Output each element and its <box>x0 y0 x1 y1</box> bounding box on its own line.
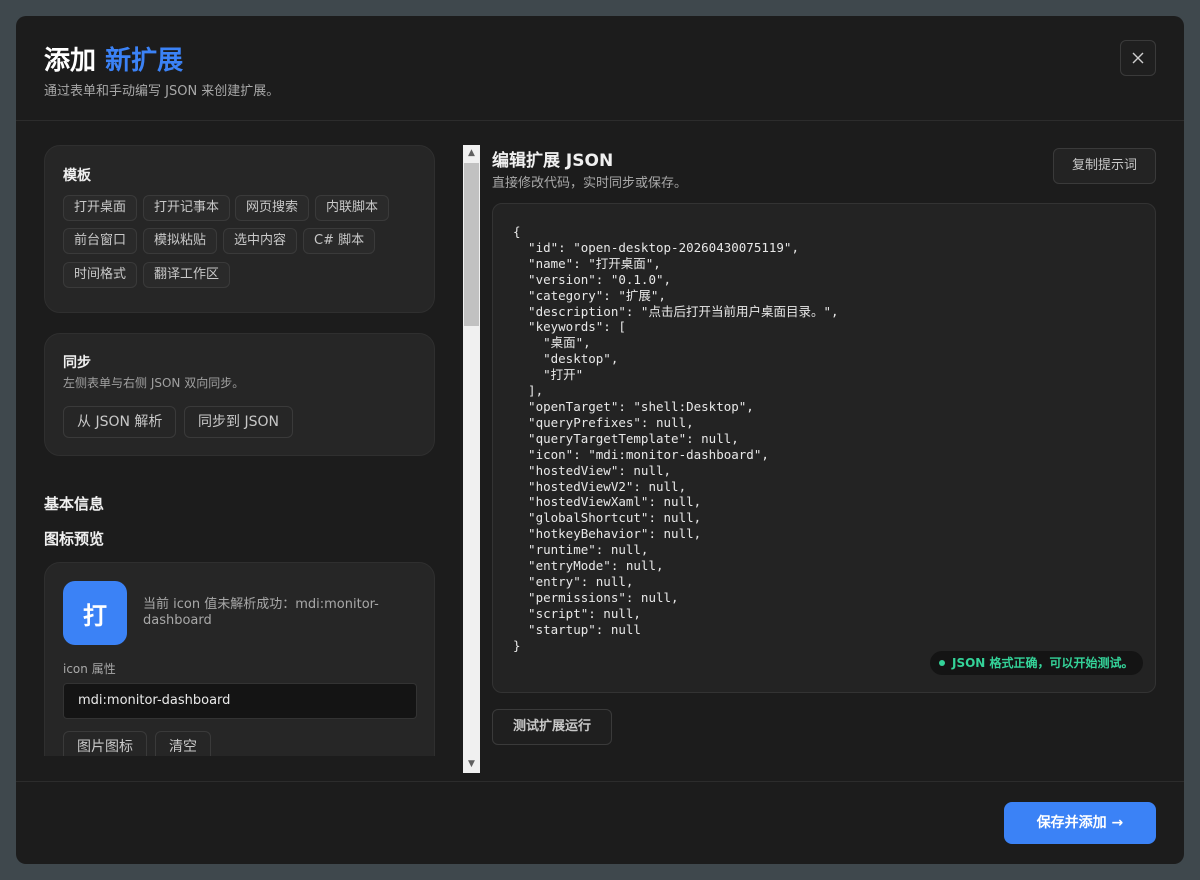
dialog-header: 添加 新扩展 通过表单和手动编写 JSON 来创建扩展。 <box>16 16 1184 121</box>
close-button[interactable] <box>1120 40 1156 76</box>
parse-from-json-button[interactable]: 从 JSON 解析 <box>63 406 177 438</box>
json-code[interactable]: { "id": "open-desktop-20260430075119", "… <box>513 224 839 653</box>
scroll-down-icon[interactable]: ▼ <box>463 756 480 773</box>
template-chip[interactable]: 选中内容 <box>223 228 298 254</box>
sync-card: 同步 左侧表单与右侧 JSON 双向同步。 从 JSON 解析 同步到 JSON <box>44 333 435 456</box>
scroll-up-icon[interactable]: ▲ <box>463 145 480 162</box>
add-extension-dialog: 添加 新扩展 通过表单和手动编写 JSON 来创建扩展。 模板 打开桌面 打开记… <box>16 16 1184 864</box>
icon-input[interactable]: mdi:monitor-dashboard <box>63 683 417 719</box>
title-accent: 新扩展 <box>105 46 184 76</box>
json-editor[interactable]: { "id": "open-desktop-20260430075119", "… <box>492 203 1156 693</box>
basic-info-heading: 基本信息 <box>44 495 105 513</box>
status-dot-icon <box>939 660 945 666</box>
form-panel[interactable]: 模板 打开桌面 打开记事本 网页搜索 内联脚本 前台窗口 模拟粘贴 选中内容 C… <box>16 122 464 756</box>
dialog-title: 添加 新扩展 <box>44 40 183 77</box>
templates-title: 模板 <box>63 168 91 184</box>
templates-card: 模板 打开桌面 打开记事本 网页搜索 内联脚本 前台窗口 模拟粘贴 选中内容 C… <box>44 145 435 313</box>
dialog-subtitle: 通过表单和手动编写 JSON 来创建扩展。 <box>44 84 280 99</box>
json-status-badge: JSON 格式正确，可以开始测试。 <box>930 651 1143 675</box>
editor-title: 编辑扩展 JSON <box>492 151 614 171</box>
editor-subtitle: 直接修改代码，实时同步或保存。 <box>492 176 688 191</box>
clear-button[interactable]: 清空 <box>155 731 211 756</box>
template-chip[interactable]: 模拟粘贴 <box>143 228 218 254</box>
template-chip[interactable]: 网页搜索 <box>235 195 310 221</box>
save-and-add-button[interactable]: 保存并添加 → <box>1004 802 1156 844</box>
sync-to-json-button[interactable]: 同步到 JSON <box>184 406 293 438</box>
template-chip[interactable]: 翻译工作区 <box>143 262 231 288</box>
template-chip[interactable]: 打开记事本 <box>143 195 231 221</box>
icon-status-text: 当前 icon 值未解析成功：mdi:monitor-dashboard <box>143 597 379 628</box>
icon-preview-heading: 图标预览 <box>44 530 105 548</box>
sync-title: 同步 <box>63 355 91 371</box>
icon-field-label: icon 属性 <box>63 662 116 676</box>
template-chip[interactable]: 时间格式 <box>63 262 138 288</box>
test-extension-button[interactable]: 测试扩展运行 <box>492 709 612 745</box>
scrollbar-thumb[interactable] <box>464 163 479 326</box>
close-icon <box>1132 52 1144 64</box>
image-icon-button[interactable]: 图片图标 <box>63 731 147 756</box>
template-chip[interactable]: 内联脚本 <box>315 195 390 221</box>
form-scrollbar[interactable]: ▲ ▼ <box>463 145 480 773</box>
json-status-text: JSON 格式正确，可以开始测试。 <box>952 656 1134 670</box>
title-prefix: 添加 <box>44 46 97 76</box>
icon-preview-tile: 打 <box>63 581 127 645</box>
template-chip[interactable]: 前台窗口 <box>63 228 138 254</box>
sync-description: 左侧表单与右侧 JSON 双向同步。 <box>63 376 245 390</box>
template-chip[interactable]: C# 脚本 <box>303 228 376 254</box>
copy-prompt-button[interactable]: 复制提示词 <box>1053 148 1156 184</box>
dialog-footer: 保存并添加 → <box>16 781 1184 864</box>
template-chip[interactable]: 打开桌面 <box>63 195 138 221</box>
icon-preview-card: 打 当前 icon 值未解析成功：mdi:monitor-dashboard i… <box>44 562 435 756</box>
